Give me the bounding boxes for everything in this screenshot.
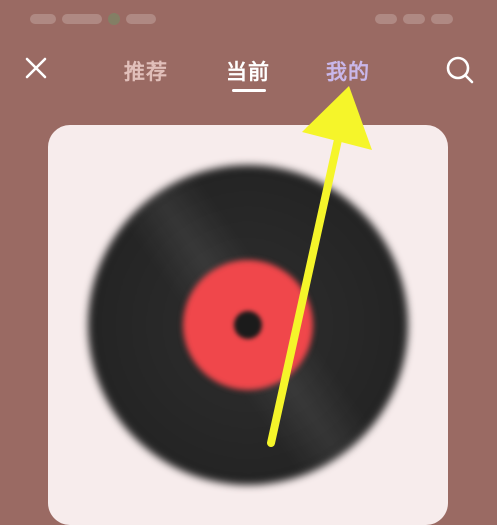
tab-current[interactable]: 当前: [226, 56, 270, 86]
wechat-status-icon: [108, 12, 120, 25]
search-icon: [446, 56, 474, 84]
search-button[interactable]: [444, 54, 476, 86]
tab-mine[interactable]: 我的: [326, 56, 370, 86]
top-nav: 推荐 当前 我的: [0, 42, 497, 92]
close-icon: [25, 57, 47, 79]
tab-current-indicator: [232, 89, 266, 92]
status-bar: [0, 0, 497, 30]
close-button[interactable]: [22, 54, 50, 82]
album-cover[interactable]: [48, 125, 448, 525]
status-bar-left: [30, 8, 180, 25]
record-center-hole: [234, 311, 262, 339]
tab-recommend[interactable]: 推荐: [124, 56, 168, 86]
status-bar-right: [369, 8, 469, 24]
